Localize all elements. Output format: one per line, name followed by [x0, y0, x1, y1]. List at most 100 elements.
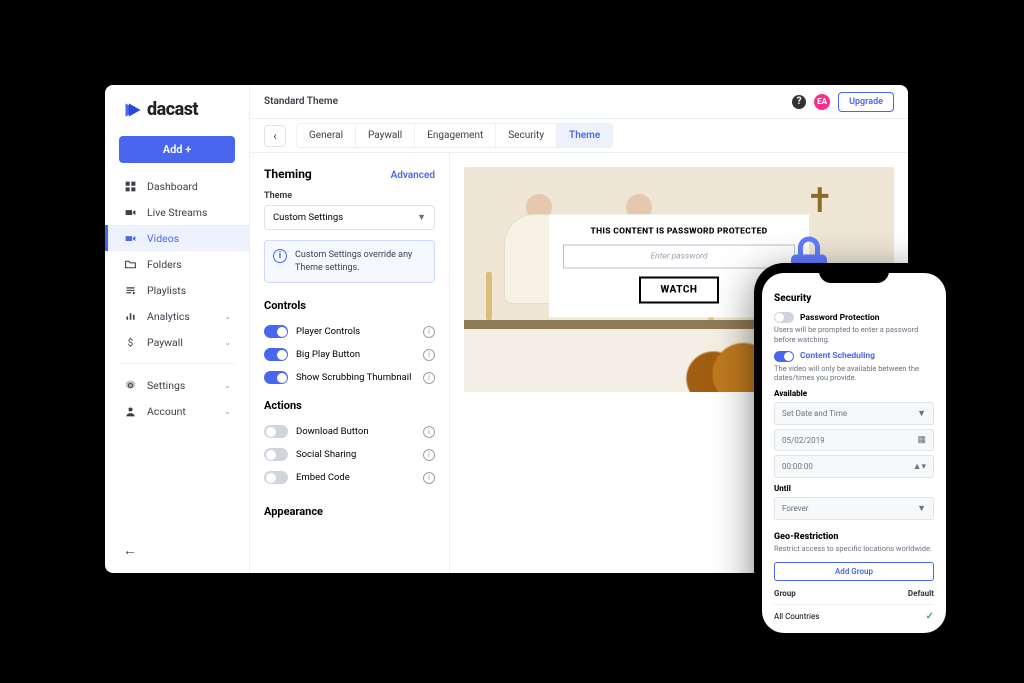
phone-geo-row[interactable]: All Countries ✓	[774, 611, 934, 622]
playlist-icon	[123, 283, 137, 297]
tab-engagement[interactable]: Engagement	[415, 124, 496, 147]
calendar-icon: ▦	[917, 435, 926, 445]
toggle-label: Embed Code	[296, 472, 350, 483]
check-icon: ✓	[926, 611, 934, 622]
info-icon[interactable]: i	[423, 326, 435, 338]
nav-account[interactable]: Account ⌄	[105, 398, 249, 424]
upgrade-button[interactable]: Upgrade	[838, 92, 894, 112]
nav-playlists[interactable]: Playlists	[105, 277, 249, 303]
phone-date-input[interactable]: 05/02/2019▦	[774, 429, 934, 451]
col-group: Group	[774, 589, 908, 598]
phone-mock: Security Password Protection Users will …	[754, 263, 954, 643]
sidebar: dacast Add + Dashboard Live Streams Vide…	[105, 85, 250, 573]
theming-title: Theming	[264, 167, 312, 181]
nav-analytics[interactable]: Analytics ⌄	[105, 303, 249, 329]
info-icon[interactable]: i	[423, 372, 435, 384]
grid-icon	[123, 179, 137, 193]
nav-label: Settings	[147, 379, 185, 392]
controls-title: Controls	[264, 299, 435, 312]
toggle[interactable]	[774, 312, 794, 323]
theme-select-value: Custom Settings	[273, 212, 343, 223]
toggle-label: Password Protection	[800, 313, 880, 323]
brand-logo: dacast	[105, 85, 249, 128]
gear-icon	[123, 378, 137, 392]
phone-toggle-password: Password Protection	[774, 312, 934, 323]
phone-until-select[interactable]: Forever▼	[774, 497, 934, 520]
cross-decoration: ✝	[806, 181, 835, 221]
nav-dashboard[interactable]: Dashboard	[105, 173, 249, 199]
toggle-label: Player Controls	[296, 326, 360, 337]
toggle-player-controls: Player Controls i	[264, 320, 435, 343]
toggle-label: Big Play Button	[296, 349, 360, 360]
tab-security[interactable]: Security	[496, 124, 557, 147]
nav-videos[interactable]: Videos	[105, 225, 249, 251]
toggle[interactable]	[774, 351, 794, 362]
toggle-download: Download Button i	[264, 420, 435, 443]
video-icon	[123, 231, 137, 245]
avatar[interactable]: EA	[814, 94, 830, 110]
folder-icon	[123, 257, 137, 271]
nav-paywall[interactable]: $ Paywall ⌄	[105, 329, 249, 355]
phone-available-label: Available	[774, 389, 934, 398]
toggle-label: Show Scrubbing Thumbnail	[296, 372, 411, 383]
nav-folders[interactable]: Folders	[105, 251, 249, 277]
info-icon[interactable]: i	[423, 449, 435, 461]
advanced-link[interactable]: Advanced	[391, 170, 435, 181]
tabs-row: ‹ General Paywall Engagement Security Th…	[250, 119, 908, 153]
secondary-nav: Settings ⌄ Account ⌄	[105, 372, 249, 424]
tab-general[interactable]: General	[297, 124, 356, 147]
toggle-big-play: Big Play Button i	[264, 343, 435, 366]
chevron-down-icon: ⌄	[224, 407, 231, 416]
phone-geo-title: Geo-Restriction	[774, 532, 934, 542]
phone-add-group-button[interactable]: Add Group	[774, 562, 934, 581]
phone-password-desc: Users will be prompted to enter a passwo…	[774, 325, 934, 345]
toggle-label: Download Button	[296, 426, 369, 437]
toggle[interactable]	[264, 325, 288, 338]
chevron-down-icon: ⌄	[224, 381, 231, 390]
phone-geo-table-head: Group Default	[774, 589, 934, 598]
toggle[interactable]	[264, 348, 288, 361]
nav-label: Live Streams	[147, 206, 207, 219]
toggle-label: Social Sharing	[296, 449, 356, 460]
info-icon[interactable]: i	[423, 349, 435, 361]
actions-title: Actions	[264, 399, 435, 412]
tab-theme[interactable]: Theme	[557, 124, 612, 147]
toggle[interactable]	[264, 425, 288, 438]
collapse-sidebar-button[interactable]: ←	[123, 542, 249, 559]
nav-label: Playlists	[147, 284, 186, 297]
toggle-embed: Embed Code i	[264, 466, 435, 489]
hint-box: i Custom Settings override any Theme set…	[264, 240, 435, 283]
brand-mark-icon	[123, 100, 143, 120]
theme-select[interactable]: Custom Settings ▼	[264, 205, 435, 230]
chevron-down-icon: ⌄	[224, 312, 231, 321]
nav-separator	[119, 363, 235, 364]
svg-text:$: $	[127, 337, 132, 348]
nav-settings[interactable]: Settings ⌄	[105, 372, 249, 398]
chevron-down-icon: ⌄	[224, 338, 231, 347]
help-icon[interactable]: ?	[792, 95, 806, 109]
brand-name: dacast	[147, 99, 198, 120]
info-icon[interactable]: i	[423, 426, 435, 438]
stepper-icon: ▲▾	[913, 461, 926, 472]
toggle-label: Content Scheduling	[800, 351, 875, 361]
add-button[interactable]: Add +	[119, 136, 235, 163]
toggle[interactable]	[264, 448, 288, 461]
nav-label: Videos	[147, 232, 179, 245]
tab-paywall[interactable]: Paywall	[356, 124, 415, 147]
user-icon	[123, 404, 137, 418]
select-value: Set Date and Time	[782, 409, 847, 418]
watch-button[interactable]: WATCH	[639, 277, 720, 304]
toggle[interactable]	[264, 471, 288, 484]
phone-time-input[interactable]: 00:00:00▲▾	[774, 455, 934, 478]
password-input[interactable]: Enter password	[563, 245, 795, 269]
phone-available-select[interactable]: Set Date and Time▼	[774, 402, 934, 425]
phone-until-label: Until	[774, 484, 934, 493]
nav-live-streams[interactable]: Live Streams	[105, 199, 249, 225]
back-button[interactable]: ‹	[264, 125, 286, 147]
info-icon[interactable]: i	[423, 472, 435, 484]
toggle-social: Social Sharing i	[264, 443, 435, 466]
hint-text: Custom Settings override any Theme setti…	[295, 249, 426, 274]
toggle[interactable]	[264, 371, 288, 384]
dollar-icon: $	[123, 335, 137, 349]
theme-field-label: Theme	[264, 191, 435, 201]
